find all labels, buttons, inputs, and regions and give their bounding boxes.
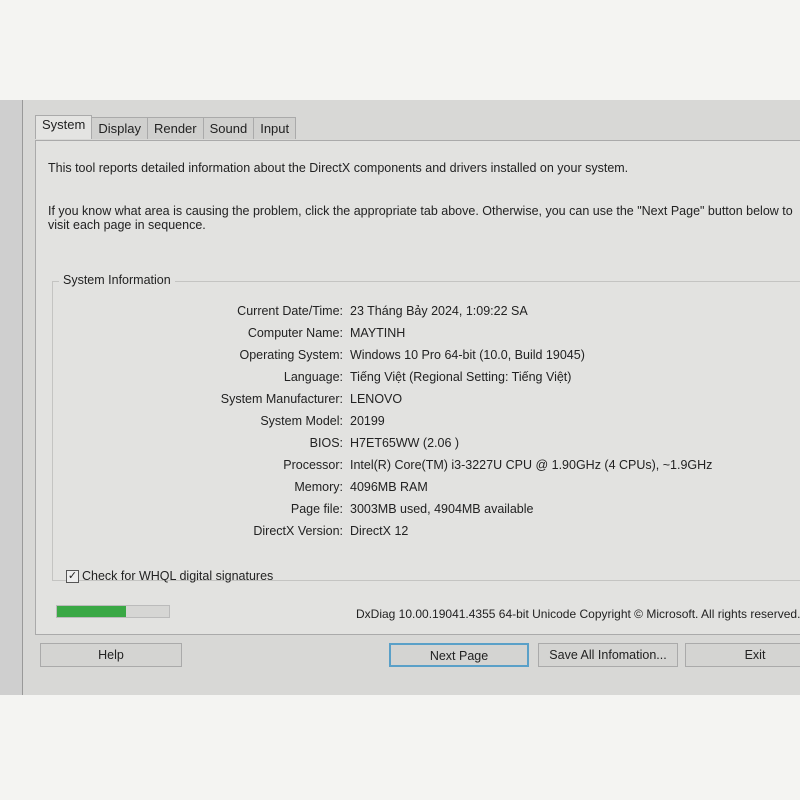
intro-text-3: visit each page in sequence. xyxy=(48,218,206,232)
intro-text-2: If you know what area is causing the pro… xyxy=(48,204,793,218)
help-button[interactable]: Help xyxy=(40,643,182,667)
tab-render[interactable]: Render xyxy=(146,117,204,139)
intro-text: This tool reports detailed information a… xyxy=(48,161,629,175)
info-label: Memory: xyxy=(294,480,343,494)
info-label: Operating System: xyxy=(239,348,343,362)
info-value: 4096MB RAM xyxy=(350,480,428,494)
info-label: Processor: xyxy=(283,458,343,472)
info-value: H7ET65WW (2.06 ) xyxy=(350,436,460,450)
system-panel: This tool reports detailed information a… xyxy=(35,140,800,635)
info-label: Language: xyxy=(283,370,343,384)
version-text: DxDiag 10.00.19041.4355 64-bit Unicode C… xyxy=(356,607,800,621)
info-label: Current Date/Time: xyxy=(237,304,343,318)
info-value: Tiếng Việt (Regional Setting: Tiếng Việt… xyxy=(350,370,572,384)
group-title: System Information xyxy=(59,273,175,287)
next-page-button[interactable]: Next Page xyxy=(389,643,529,667)
tab-bar: System Display Render Sound Input xyxy=(35,115,297,139)
info-label: DirectX Version: xyxy=(253,524,343,538)
info-label: System Model: xyxy=(260,414,343,428)
system-info-group: System Information Current Date/Time: 23 … xyxy=(52,273,800,581)
dxdiag-window: System Display Render Sound Input This t… xyxy=(22,100,800,695)
info-value: LENOVO xyxy=(350,392,403,406)
info-value: MAYTINH xyxy=(350,326,406,340)
progress-fill xyxy=(57,606,127,617)
info-value: 20199 xyxy=(350,414,385,428)
checkmark-icon: ✓ xyxy=(66,569,79,583)
whql-checkbox[interactable]: ✓ Check for WHQL digital signatures xyxy=(66,569,273,583)
save-all-information-button[interactable]: Save All Infomation... xyxy=(538,643,678,667)
info-value: 23 Tháng Bảy 2024, 1:09:22 SA xyxy=(350,304,528,318)
info-label: System Manufacturer: xyxy=(220,392,343,406)
info-value: 3003MB used, 4904MB available xyxy=(350,502,534,516)
tab-input[interactable]: Input xyxy=(253,117,297,139)
desktop-background xyxy=(0,100,22,695)
info-value: Windows 10 Pro 64-bit (10.0, Build 19045… xyxy=(350,348,585,362)
info-label: Page file: xyxy=(290,502,343,516)
info-label: Computer Name: xyxy=(247,326,343,340)
tab-display[interactable]: Display xyxy=(91,117,148,139)
progress-bar xyxy=(56,605,170,618)
tab-system[interactable]: System xyxy=(35,115,93,139)
whql-label: Check for WHQL digital signatures xyxy=(82,569,274,583)
exit-button[interactable]: Exit xyxy=(685,643,800,667)
info-label: BIOS: xyxy=(309,436,343,450)
tab-sound[interactable]: Sound xyxy=(202,117,255,139)
info-value: Intel(R) Core(TM) i3-3227U CPU @ 1.90GHz… xyxy=(350,458,713,472)
info-value: DirectX 12 xyxy=(350,524,409,538)
